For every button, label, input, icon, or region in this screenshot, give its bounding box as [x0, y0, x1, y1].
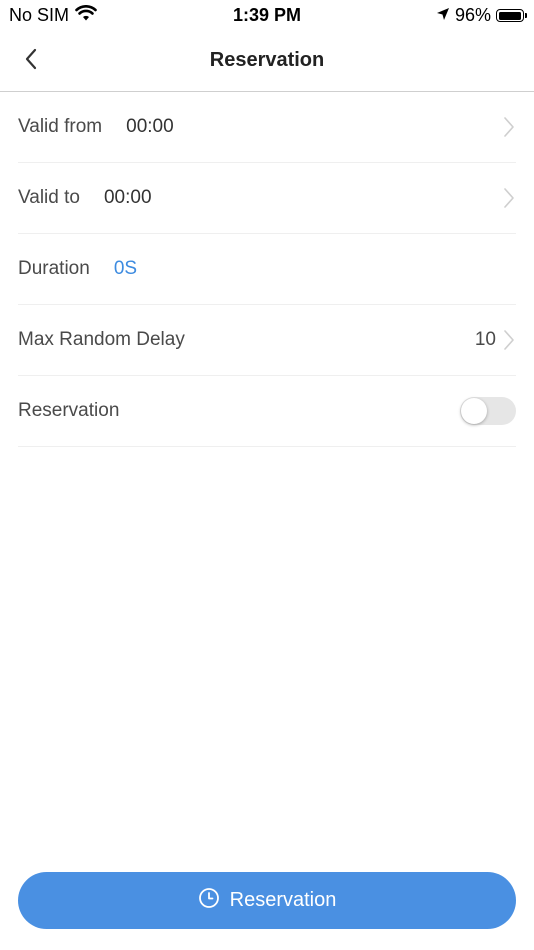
- location-arrow-icon: [436, 5, 450, 26]
- valid-from-label: Valid from: [18, 116, 103, 137]
- reservation-toggle-row: Reservation: [18, 376, 516, 447]
- battery-percent: 96%: [454, 5, 491, 25]
- valid-from-value: 00:00: [126, 116, 174, 137]
- status-right: 96%: [436, 5, 527, 26]
- chevron-right-icon: [502, 328, 516, 352]
- reservation-toggle[interactable]: [460, 397, 516, 425]
- valid-to-label: Valid to: [18, 187, 80, 208]
- max-random-delay-row[interactable]: Max Random Delay 10: [18, 305, 516, 376]
- reservation-button-label: Reservation: [229, 889, 337, 911]
- battery-fill: [498, 11, 521, 20]
- chevron-right-icon: [502, 115, 516, 139]
- status-bar: No SIM 1:39 PM 96%: [0, 0, 534, 32]
- battery-cap: [525, 13, 527, 18]
- nav-bar: Reservation: [0, 32, 534, 92]
- valid-from-row[interactable]: Valid from 00:00: [18, 92, 516, 163]
- chevron-right-icon: [502, 186, 516, 210]
- page-title: Reservation: [209, 49, 325, 71]
- valid-from-right: [502, 92, 516, 162]
- valid-to-right: [502, 163, 516, 233]
- settings-list: Valid from 00:00 Valid to 00:00 Duration…: [18, 92, 516, 447]
- duration-row: Duration 0S: [18, 234, 516, 305]
- duration-label: Duration: [18, 258, 90, 279]
- toggle-knob: [461, 398, 487, 424]
- battery-icon: [496, 9, 527, 22]
- max-random-delay-value: 10: [474, 329, 496, 350]
- valid-to-row[interactable]: Valid to 00:00: [18, 163, 516, 234]
- reservation-toggle-right: [460, 376, 516, 446]
- max-random-delay-right: 10: [475, 305, 516, 375]
- reservation-button[interactable]: Reservation: [18, 872, 516, 929]
- clock-icon: [198, 887, 220, 915]
- reservation-toggle-label: Reservation: [18, 400, 120, 421]
- valid-to-value: 00:00: [103, 187, 152, 208]
- max-random-delay-label: Max Random Delay: [18, 329, 185, 350]
- duration-value: 0S: [113, 258, 138, 279]
